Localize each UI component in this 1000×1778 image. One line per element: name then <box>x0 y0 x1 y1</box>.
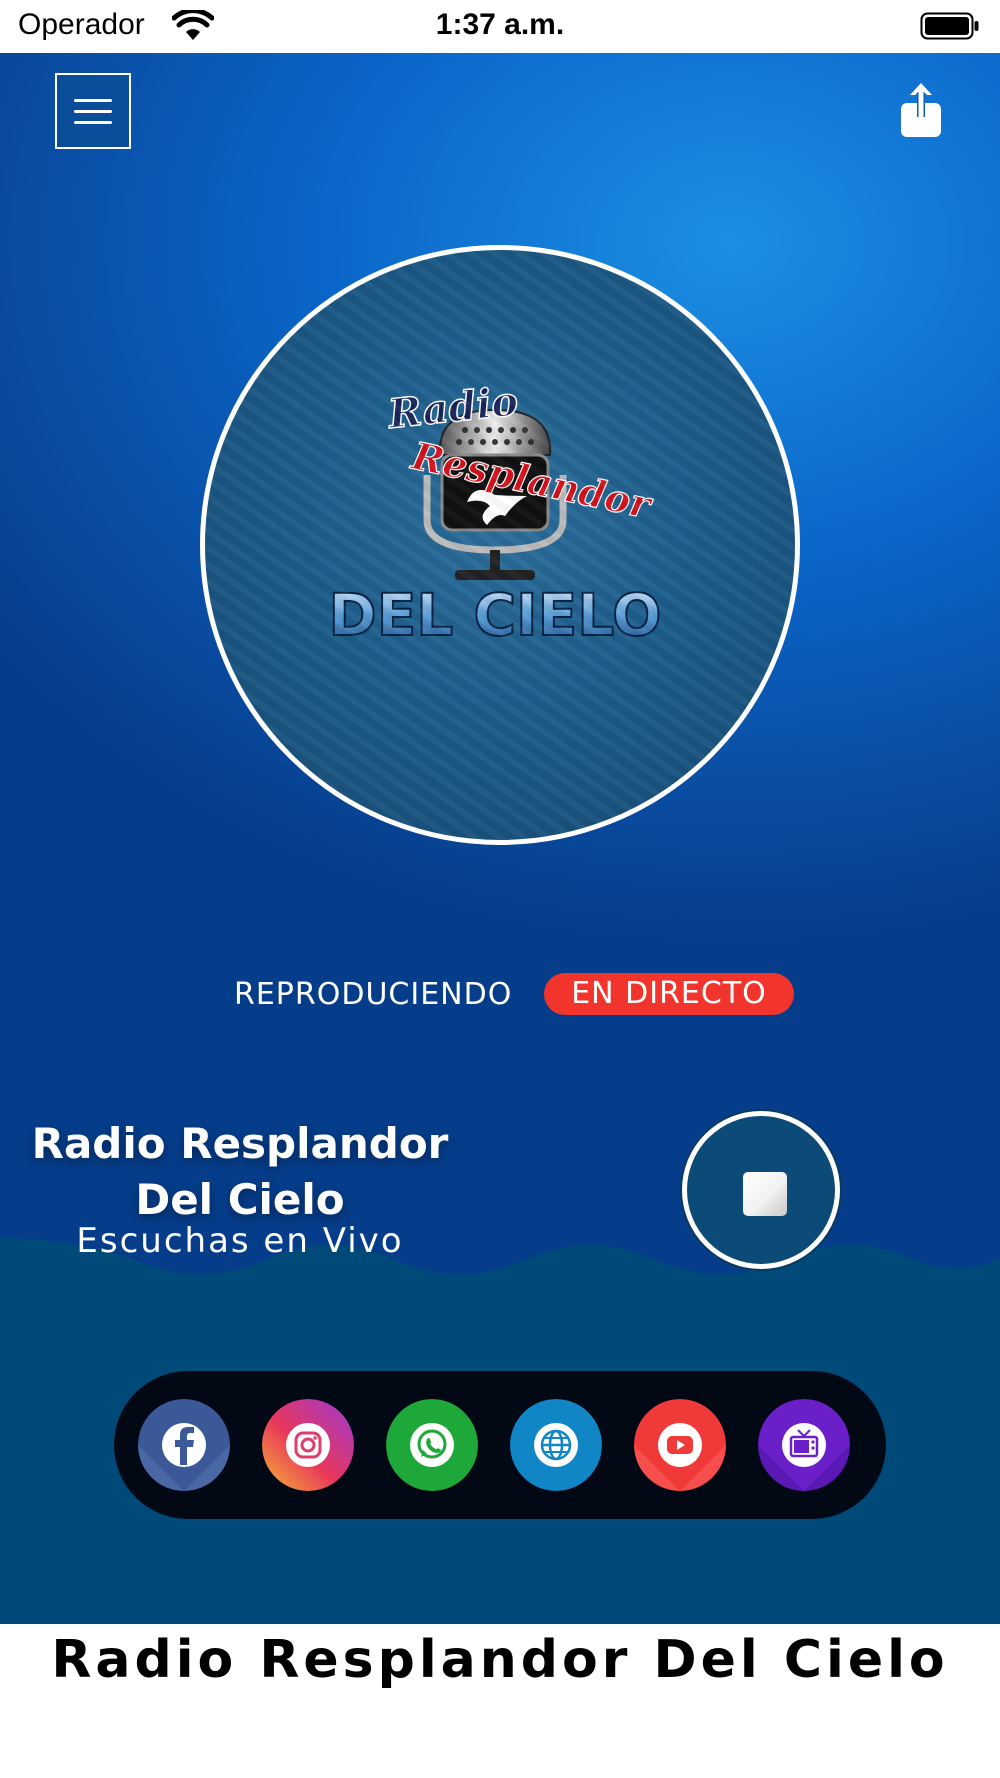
stop-icon <box>743 1172 787 1216</box>
menu-button[interactable] <box>55 73 131 149</box>
menu-icon-line <box>74 98 112 102</box>
instagram-icon <box>262 1399 354 1491</box>
now-playing-row: REPRODUCIENDO EN DIRECTO <box>0 973 1000 1017</box>
clock: 1:37 a.m. <box>435 8 565 41</box>
facebook-icon <box>138 1399 230 1491</box>
logo-artwork: Radio Resplandor DEL CIELO <box>328 377 663 650</box>
stop-button[interactable] <box>682 1111 840 1269</box>
battery-icon <box>920 12 979 40</box>
youtube-icon <box>634 1399 726 1491</box>
logo-text-resplandor: Resplandor <box>407 433 657 528</box>
station-logo: Radio Resplandor DEL CIELO <box>200 245 800 845</box>
website-button[interactable] <box>510 1399 602 1491</box>
player-screen: Radio Resplandor DEL CIELO REPRODUCIENDO… <box>0 53 1000 1624</box>
station-name: Radio Resplandor Del Cielo <box>31 1119 449 1224</box>
status-bar: Operador 1:37 a.m. <box>0 0 1000 53</box>
logo-text-del-cielo: DEL CIELO <box>329 581 662 649</box>
footer: Radio Resplandor Del Cielo <box>0 1624 1000 1778</box>
globe-icon <box>510 1399 602 1491</box>
tv-button[interactable] <box>758 1399 850 1491</box>
share-icon[interactable] <box>896 83 946 139</box>
whatsapp-button[interactable] <box>386 1399 478 1491</box>
station-subtitle: Escuchas en Vivo <box>76 1221 404 1261</box>
instagram-button[interactable] <box>262 1399 354 1491</box>
menu-icon-line <box>74 120 112 124</box>
social-links-bar <box>114 1371 886 1519</box>
playing-status-label: REPRODUCIENDO <box>234 977 513 1012</box>
tv-icon <box>758 1399 850 1491</box>
facebook-button[interactable] <box>138 1399 230 1491</box>
menu-icon-line <box>74 109 112 113</box>
live-badge: EN DIRECTO <box>544 973 794 1015</box>
whatsapp-icon <box>386 1399 478 1491</box>
footer-title: Radio Resplandor Del Cielo <box>51 1630 949 1690</box>
logo-text-radio: Radio <box>385 378 520 438</box>
youtube-button[interactable] <box>634 1399 726 1491</box>
